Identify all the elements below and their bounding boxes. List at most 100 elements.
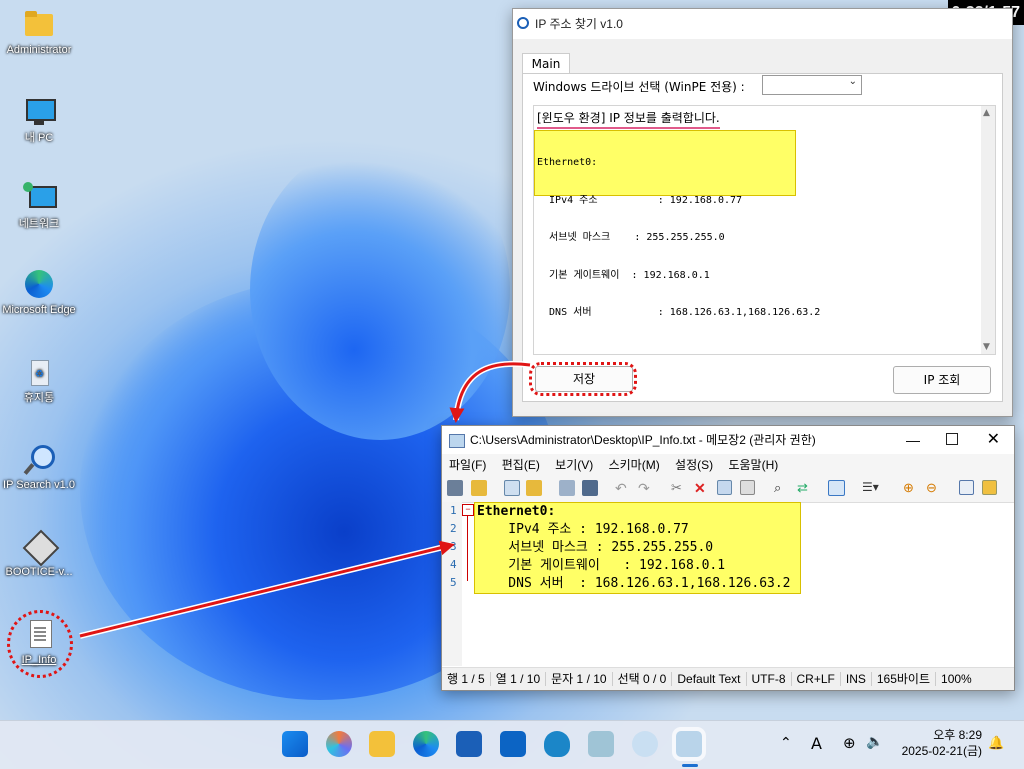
ime-indicator[interactable]: A — [811, 734, 822, 753]
clock-time: 오후 8:29 — [896, 727, 982, 743]
title-bar[interactable]: C:\Users\Administrator\Desktop\IP_Info.t… — [442, 426, 1014, 454]
redo-icon[interactable]: ↷ — [638, 480, 654, 496]
desktop-icon-administrator[interactable]: Administrator — [0, 8, 78, 57]
output-line: 기본 게이트웨이 : 192.168.0.1 — [537, 270, 793, 283]
chevron-down-icon: ⌄ — [849, 76, 857, 87]
app-icon — [517, 17, 529, 29]
menu-file[interactable]: 파일(F) — [449, 458, 486, 472]
output-line: 서브넷 마스크 : 255.255.255.0 — [537, 232, 793, 245]
minimize-icon[interactable]: — — [906, 426, 920, 454]
ip-query-button[interactable]: IP 조회 — [893, 366, 991, 394]
menu-help[interactable]: 도움말(H) — [728, 458, 778, 472]
outlook-icon[interactable] — [500, 731, 526, 757]
new-file-icon[interactable] — [447, 480, 463, 496]
network-tray-icon[interactable]: ⊕ — [843, 734, 856, 752]
start-windows-icon[interactable] — [282, 731, 308, 757]
volume-icon[interactable]: 🔈 — [866, 734, 883, 750]
desktop-icon-mypc[interactable]: 내 PC — [0, 96, 78, 145]
save-as-icon[interactable] — [582, 480, 598, 496]
scrollbar[interactable]: ▲ ▼ — [981, 106, 995, 354]
editor-line: DNS 서버 : 168.126.63.1,168.126.63.2 — [475, 575, 800, 593]
output-line: IPv4 주소 : 192.168.0.77 — [537, 195, 793, 208]
notepad-window[interactable]: C:\Users\Administrator\Desktop\IP_Info.t… — [441, 425, 1015, 691]
status-selection: 선택 0 / 0 — [613, 672, 673, 686]
desktop-icon-bootice[interactable]: BOOTICE-v... — [0, 530, 78, 579]
zoom-in-icon[interactable]: ⊕ — [903, 480, 919, 496]
icon-label: 네트워크 — [19, 218, 59, 230]
copilot-icon[interactable] — [326, 731, 352, 757]
status-scheme[interactable]: Default Text — [672, 672, 746, 686]
highlight-save-button — [529, 362, 637, 396]
app-icon-7[interactable] — [588, 731, 614, 757]
line-number: 4 — [450, 558, 457, 571]
menu-scheme[interactable]: 스키마(M) — [609, 458, 660, 472]
window-title: IP 주소 찾기 v1.0 — [535, 17, 623, 31]
fold-line — [467, 515, 468, 581]
highlight-circle-ip-info — [7, 610, 73, 678]
desktop-icon-edge[interactable]: Microsoft Edge — [0, 268, 78, 317]
wallpaper-bloom-2 — [250, 140, 510, 440]
close-icon[interactable]: ✕ — [987, 426, 1000, 454]
settings-icon[interactable] — [982, 480, 997, 495]
find-icon[interactable]: ⌕ — [774, 480, 790, 496]
notepad-taskbar-icon[interactable] — [676, 731, 702, 757]
undo-icon[interactable]: ↶ — [615, 480, 631, 496]
scroll-up-icon[interactable]: ▲ — [983, 108, 990, 118]
zoom-out-icon[interactable]: ⊖ — [926, 480, 942, 496]
copy-icon[interactable] — [717, 480, 732, 495]
icon-label: IP Search v1.0 — [3, 479, 75, 491]
editor-line: 서브넷 마스크 : 255.255.255.0 — [475, 539, 800, 557]
icon-label: Administrator — [7, 44, 72, 56]
save-disk-icon[interactable] — [559, 480, 575, 496]
defender-icon[interactable] — [544, 731, 570, 757]
output-line: DNS 서버 : 168.126.63.1,168.126.63.2 — [537, 307, 793, 320]
ip-search-window[interactable]: IP 주소 찾기 v1.0 Main Windows 드라이브 선택 (WinP… — [512, 8, 1013, 417]
open-folder-icon[interactable] — [471, 480, 487, 496]
document-icon[interactable] — [504, 480, 520, 496]
notification-icon[interactable]: 🔔 — [988, 736, 1004, 751]
folder-icon — [23, 8, 55, 40]
desktop-icon-ip-search[interactable]: IP Search v1.0 — [0, 443, 78, 492]
menu-settings[interactable]: 설정(S) — [675, 458, 713, 472]
status-eol[interactable]: CR+LF — [792, 672, 841, 686]
status-bar: 행 1 / 5열 1 / 10문자 1 / 10선택 0 / 0Default … — [442, 667, 1014, 690]
edge-icon — [23, 268, 55, 300]
word-wrap-icon[interactable] — [828, 480, 845, 496]
scroll-down-icon[interactable]: ▼ — [983, 342, 990, 352]
maximize-icon[interactable] — [946, 433, 958, 445]
store-icon[interactable] — [456, 731, 482, 757]
desktop-icon-network[interactable]: 네트워크 — [0, 182, 78, 231]
line-number: 1 — [450, 504, 457, 517]
status-ins[interactable]: INS — [841, 672, 872, 686]
status-encoding[interactable]: UTF-8 — [747, 672, 792, 686]
menu-view[interactable]: 보기(V) — [555, 458, 593, 472]
file-explorer-icon[interactable] — [369, 731, 395, 757]
recycle-bin-icon: ♻ — [23, 356, 55, 388]
ip-search-taskbar-icon[interactable] — [632, 731, 658, 757]
window-title: C:\Users\Administrator\Desktop\IP_Info.t… — [470, 433, 816, 447]
edge-taskbar-icon[interactable] — [413, 731, 439, 757]
open-icon[interactable] — [526, 480, 542, 496]
scheme-icon[interactable] — [959, 480, 974, 495]
list-dropdown-icon[interactable]: ☰▾ — [862, 480, 886, 496]
output-highlight: Ethernet0: IPv4 주소 : 192.168.0.77 서브넷 마스… — [534, 130, 796, 196]
delete-icon[interactable]: ✕ — [694, 480, 710, 496]
drive-label: Windows 드라이브 선택 (WinPE 전용) : — [533, 78, 745, 95]
clock[interactable]: 오후 8:29 2025-02-21(금) — [896, 727, 982, 759]
editor-text-area[interactable]: Ethernet0: IPv4 주소 : 192.168.0.77 서브넷 마스… — [474, 502, 801, 594]
chevron-up-icon[interactable]: ⌃ — [780, 735, 792, 751]
desktop-icon-recycle-bin[interactable]: ♻ 휴지통 — [0, 356, 78, 405]
cut-icon[interactable]: ✂ — [671, 480, 687, 496]
tab-main[interactable]: Main — [522, 53, 570, 74]
menu-edit[interactable]: 편집(E) — [502, 458, 540, 472]
fold-marker-icon[interactable]: − — [462, 504, 474, 516]
status-column: 열 1 / 10 — [491, 672, 546, 686]
output-textbox[interactable]: [윈도우 환경] IP 정보를 출력합니다. Ethernet0: IPv4 주… — [533, 105, 996, 355]
network-icon — [23, 182, 55, 214]
editor-line: 기본 게이트웨이 : 192.168.0.1 — [475, 557, 800, 575]
replace-icon[interactable]: ⇄ — [797, 480, 813, 496]
paste-icon[interactable] — [740, 480, 755, 495]
title-bar[interactable]: IP 주소 찾기 v1.0 — [513, 9, 1012, 39]
status-size: 165바이트 — [872, 672, 936, 686]
drive-select[interactable]: ⌄ — [762, 75, 862, 95]
